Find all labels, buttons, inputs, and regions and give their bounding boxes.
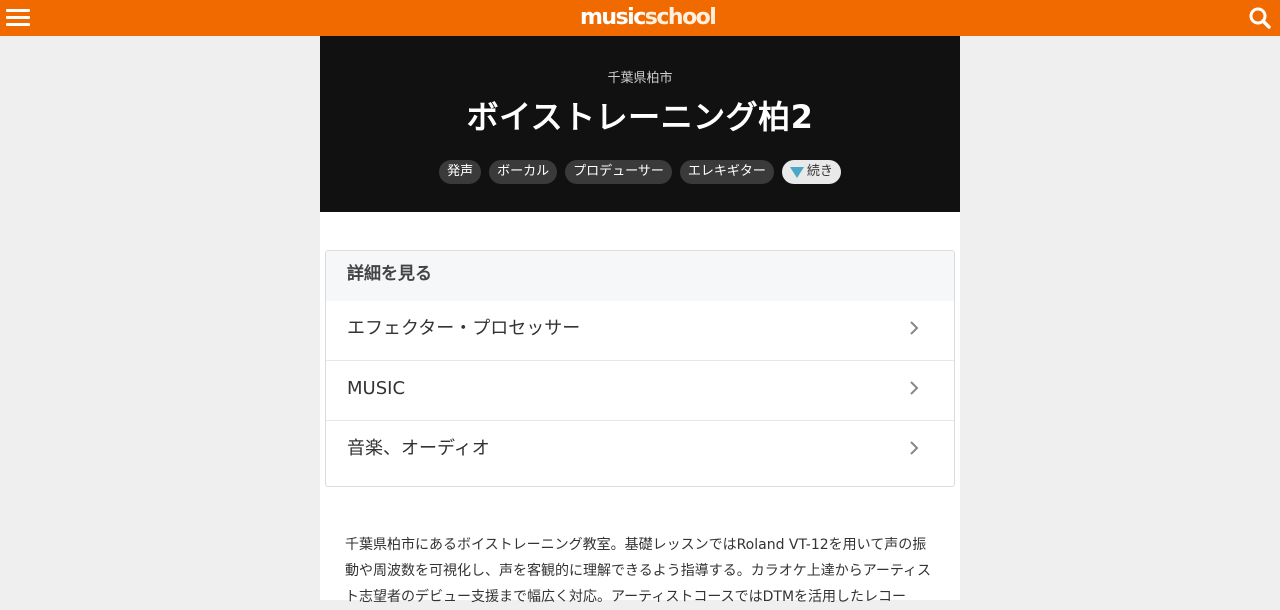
detail-link-row[interactable]: エフェクター・プロセッサー xyxy=(326,301,954,361)
tag-item[interactable]: プロデューサー xyxy=(565,160,672,184)
detail-link-label: エフェクター・プロセッサー xyxy=(347,318,581,339)
tag-list: 発声 ボーカル プロデューサー エレキギター 続き xyxy=(320,160,960,184)
chevron-right-icon xyxy=(910,321,919,335)
detail-link-label: MUSIC xyxy=(347,378,406,399)
site-logo[interactable]: musicschool xyxy=(580,4,717,32)
chevron-right-icon xyxy=(910,441,919,455)
triangle-down-icon xyxy=(789,166,804,178)
detail-link-row[interactable]: MUSIC xyxy=(326,361,954,421)
location-label: 千葉県柏市 xyxy=(607,71,673,86)
page-title: ボイストレーニング柏2 xyxy=(466,98,814,136)
logo-text-school: school xyxy=(644,5,717,30)
logo-text-music: music xyxy=(580,5,646,30)
search-icon[interactable] xyxy=(1248,6,1272,30)
chevron-right-icon xyxy=(910,381,919,395)
school-description: 千葉県柏市にあるボイストレーニング教室。基礎レッスンではRoland VT-12… xyxy=(345,537,932,605)
detail-link-label: 音楽、オーディオ xyxy=(347,438,490,459)
details-heading: 詳細を見る xyxy=(326,251,954,301)
details-panel: 詳細を見る エフェクター・プロセッサー MUSIC 音楽、オーディオ xyxy=(325,250,955,487)
tag-item[interactable]: ボーカル xyxy=(489,160,558,184)
top-bar: musicschool xyxy=(0,0,1280,36)
tag-item[interactable]: 発声 xyxy=(439,160,482,184)
hamburger-menu-icon[interactable] xyxy=(6,6,30,30)
tag-item[interactable]: エレキギター xyxy=(679,160,774,184)
main-content: 千葉県柏市 ボイストレーニング柏2 発声 ボーカル プロデューサー エレキギター… xyxy=(320,36,960,605)
detail-link-row[interactable]: 音楽、オーディオ xyxy=(326,421,954,481)
school-hero: 千葉県柏市 ボイストレーニング柏2 発声 ボーカル プロデューサー エレキギター… xyxy=(320,36,960,212)
show-more-label: 続き xyxy=(806,164,833,179)
show-more-tags-button[interactable]: 続き xyxy=(781,160,841,184)
